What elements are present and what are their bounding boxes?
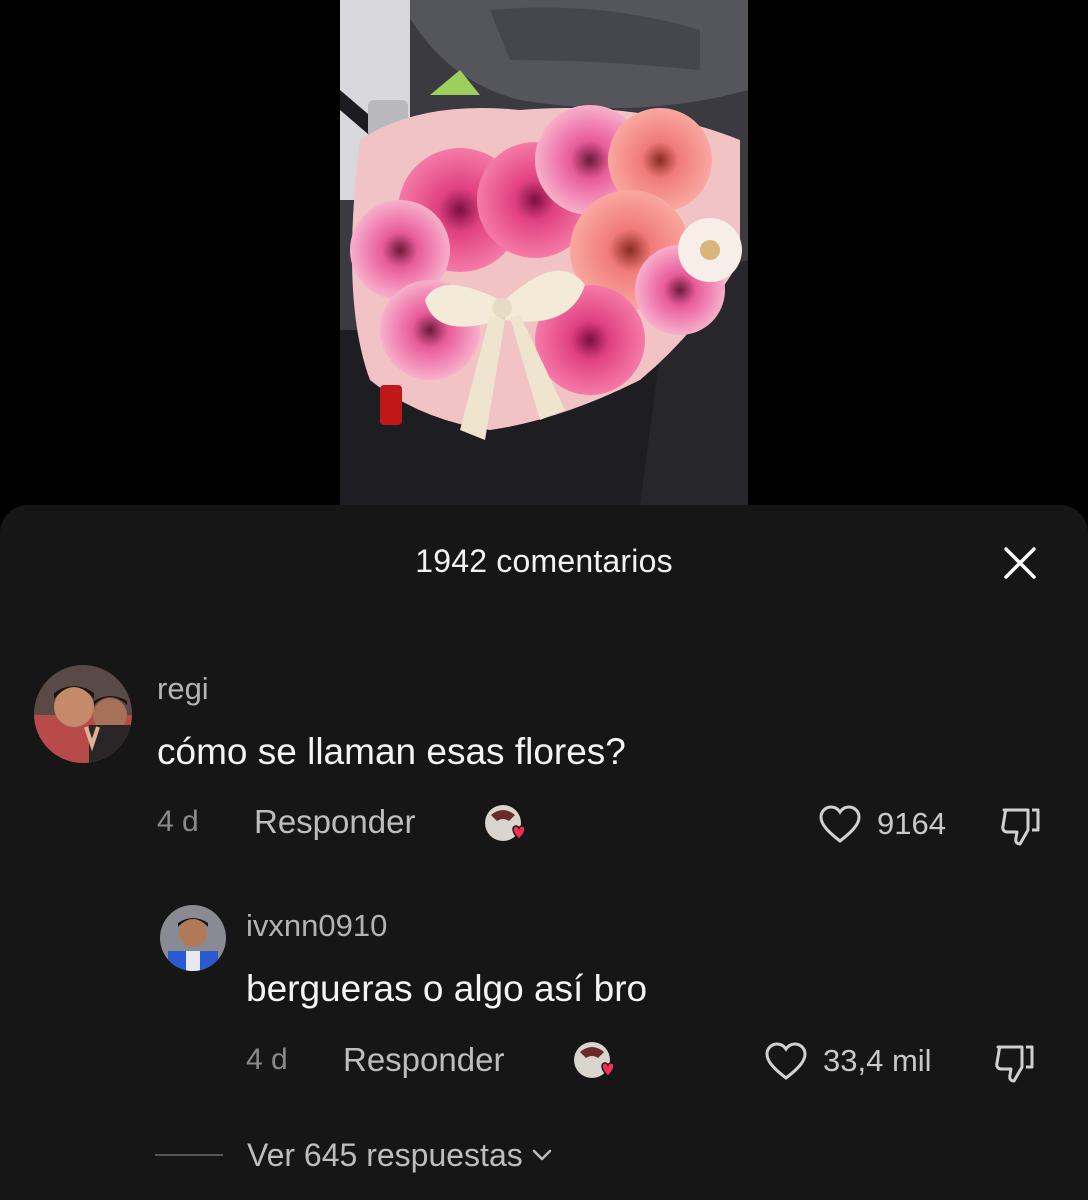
creator-liked-badge-icon bbox=[483, 801, 529, 847]
comment-time: 4 d bbox=[246, 1043, 288, 1076]
comment-username[interactable]: regi bbox=[157, 671, 209, 707]
flower-bouquet-image bbox=[340, 0, 748, 505]
divider-line bbox=[155, 1154, 223, 1156]
comments-count-title: 1942 comentarios bbox=[415, 543, 673, 579]
view-replies-button[interactable]: Ver 645 respuestas bbox=[155, 1133, 555, 1177]
app-screen: 1942 comentarios regi cómo se llaman esa… bbox=[0, 0, 1088, 1200]
comment-time: 4 d bbox=[157, 805, 199, 838]
comment-username[interactable]: ivxnn0910 bbox=[246, 908, 387, 944]
view-replies-label: Ver 645 respuestas bbox=[247, 1136, 523, 1173]
dislike-icon[interactable] bbox=[992, 1039, 1038, 1085]
video-preview[interactable] bbox=[340, 0, 748, 505]
close-icon[interactable] bbox=[998, 541, 1042, 585]
like-count: 9164 bbox=[877, 806, 946, 841]
creator-liked-badge-icon bbox=[572, 1038, 618, 1084]
like-count: 33,4 mil bbox=[823, 1043, 932, 1078]
avatar[interactable] bbox=[34, 665, 132, 763]
dislike-icon[interactable] bbox=[998, 802, 1044, 848]
comment-text: cómo se llaman esas flores? bbox=[157, 731, 626, 772]
comment-text: bergueras o algo así bro bbox=[246, 968, 648, 1009]
reply-button[interactable]: Responder bbox=[343, 1041, 504, 1079]
heart-icon[interactable] bbox=[817, 802, 863, 848]
chevron-down-icon bbox=[529, 1142, 555, 1168]
reply-button[interactable]: Responder bbox=[254, 803, 415, 841]
comments-sheet: 1942 comentarios regi cómo se llaman esa… bbox=[0, 505, 1088, 1200]
avatar[interactable] bbox=[160, 905, 226, 971]
heart-icon[interactable] bbox=[763, 1039, 809, 1085]
